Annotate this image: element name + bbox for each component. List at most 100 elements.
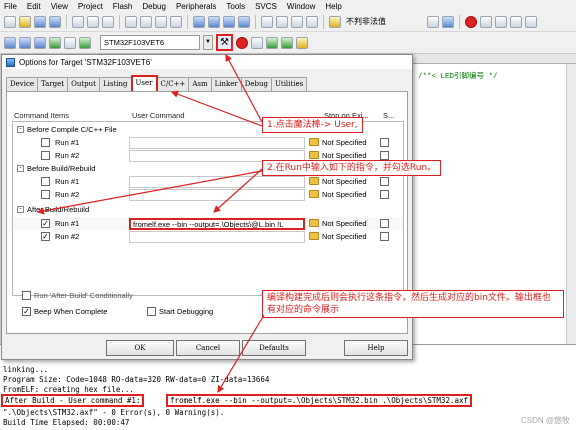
run-row-after-build-2[interactable]: ✓ Run #2 Not Specified <box>13 230 403 243</box>
configure-icon[interactable] <box>525 16 537 28</box>
menu-view[interactable]: View <box>51 2 68 11</box>
s-checkbox[interactable] <box>380 219 389 228</box>
group-row-after-build[interactable]: - After Build/Rebuild <box>13 203 403 216</box>
redo-icon[interactable] <box>140 16 152 28</box>
folder-icon[interactable] <box>309 177 319 185</box>
search-combo[interactable]: 不判非法值 <box>344 15 424 29</box>
batch-build-icon[interactable] <box>49 36 61 49</box>
s-checkbox[interactable] <box>380 232 389 241</box>
tab-listing[interactable]: Listing <box>98 77 132 91</box>
rebuild-icon[interactable] <box>34 36 46 49</box>
pack-installer-icon[interactable] <box>281 36 293 49</box>
menu-project[interactable]: Project <box>78 2 103 11</box>
menu-svcs[interactable]: SVCS <box>255 2 277 11</box>
run-checkbox[interactable]: ✓ <box>41 232 50 241</box>
run-checkbox[interactable] <box>41 151 50 160</box>
options-for-target-wand-icon[interactable]: ⚒ <box>216 34 233 51</box>
bookmark-icon[interactable] <box>193 16 205 28</box>
stop-on-exit-value[interactable]: Not Specified <box>322 176 379 187</box>
back-icon[interactable] <box>155 16 167 28</box>
editor-scrollbar[interactable] <box>566 64 576 344</box>
user-command-field[interactable]: fromelf.exe --bin --output=.\Objects\@L.… <box>129 217 305 230</box>
run-checkbox[interactable]: ✓ <box>41 219 50 228</box>
run-row-after-build-1[interactable]: ✓ Run #1 fromelf.exe --bin --output=.\Ob… <box>13 217 403 230</box>
menu-flash[interactable]: Flash <box>113 2 133 11</box>
run-checkbox[interactable] <box>41 138 50 147</box>
user-command-field[interactable] <box>129 136 305 149</box>
translate-icon[interactable] <box>4 36 16 49</box>
prev-bookmark-icon[interactable] <box>208 16 220 28</box>
tab-output[interactable]: Output <box>67 77 100 91</box>
defaults-button[interactable]: Defaults <box>242 340 306 356</box>
save-icon[interactable] <box>34 16 46 28</box>
folder-icon[interactable] <box>309 219 319 227</box>
collapse-icon[interactable]: - <box>17 126 24 133</box>
run-row[interactable]: Run #1 Not Specified <box>13 175 403 188</box>
undo-icon[interactable] <box>125 16 137 28</box>
comment-icon[interactable] <box>291 16 303 28</box>
incremental-find-icon[interactable] <box>442 16 454 28</box>
menu-file[interactable]: File <box>4 2 17 11</box>
save-all-icon[interactable] <box>49 16 61 28</box>
file-extensions-icon[interactable] <box>236 36 248 49</box>
tab-debug[interactable]: Debug <box>240 77 272 91</box>
menu-peripherals[interactable]: Peripherals <box>176 2 216 11</box>
beep-when-complete[interactable]: ✓ Beep When Complete <box>22 307 107 316</box>
next-bookmark-icon[interactable] <box>223 16 235 28</box>
build-icon[interactable] <box>19 36 31 49</box>
stop-on-exit-value[interactable]: Not Specified <box>322 231 379 242</box>
user-command-field[interactable] <box>129 188 305 201</box>
run-row[interactable]: Run #1 Not Specified <box>13 136 403 149</box>
start-debugging[interactable]: Start Debugging <box>147 307 213 316</box>
tab-device[interactable]: Device <box>6 77 39 91</box>
cut-icon[interactable] <box>72 16 84 28</box>
stop-build-icon[interactable] <box>64 36 76 49</box>
window-icon[interactable] <box>510 16 522 28</box>
cancel-button[interactable]: Cancel <box>176 340 240 356</box>
run-checkbox[interactable] <box>41 190 50 199</box>
folder-icon[interactable] <box>309 190 319 198</box>
tab-utilities[interactable]: Utilities <box>270 77 308 91</box>
menu-debug[interactable]: Debug <box>142 2 166 11</box>
manage-components-icon[interactable] <box>251 36 263 49</box>
target-select[interactable]: STM32F103VET6 <box>100 35 200 50</box>
user-command-field[interactable] <box>129 175 305 188</box>
checkbox[interactable]: ✓ <box>22 307 31 316</box>
menu-tools[interactable]: Tools <box>226 2 245 11</box>
folder-icon[interactable] <box>309 232 319 240</box>
folder-icon[interactable] <box>309 138 319 146</box>
find-icon[interactable] <box>427 16 439 28</box>
stop-on-exit-value[interactable]: Not Specified <box>322 218 379 229</box>
s-checkbox[interactable] <box>380 151 389 160</box>
download-icon[interactable] <box>79 36 91 49</box>
open-file-icon[interactable] <box>19 16 31 28</box>
menu-window[interactable]: Window <box>287 2 315 11</box>
s-checkbox[interactable] <box>380 190 389 199</box>
checkbox[interactable] <box>147 307 156 316</box>
new-file-icon[interactable] <box>4 16 16 28</box>
ok-button[interactable]: OK <box>106 340 174 356</box>
insert-breakpoint-icon[interactable] <box>480 16 492 28</box>
chevron-down-icon[interactable]: ▼ <box>203 35 213 50</box>
collapse-icon[interactable]: - <box>17 206 24 213</box>
forward-icon[interactable] <box>170 16 182 28</box>
run-after-build-conditionally[interactable]: Run 'After-Build' Conditionally <box>22 291 133 300</box>
user-command-field[interactable] <box>129 230 305 243</box>
tab-target[interactable]: Target <box>37 77 69 91</box>
run-checkbox[interactable] <box>41 177 50 186</box>
stop-on-exit-value[interactable]: Not Specified <box>322 137 379 148</box>
menu-edit[interactable]: Edit <box>27 2 41 11</box>
unindent-icon[interactable] <box>276 16 288 28</box>
s-checkbox[interactable] <box>380 138 389 147</box>
event-recorder-icon[interactable] <box>296 36 308 49</box>
run-row[interactable]: Run #2 Not Specified <box>13 188 403 201</box>
paste-icon[interactable] <box>102 16 114 28</box>
help-button[interactable]: Help <box>344 340 408 356</box>
menu-help[interactable]: Help <box>325 2 341 11</box>
copy-icon[interactable] <box>87 16 99 28</box>
stop-on-exit-value[interactable]: Not Specified <box>322 189 379 200</box>
folder-icon[interactable] <box>309 151 319 159</box>
tab-c-cpp[interactable]: C/C++ <box>156 77 190 91</box>
debug-start-icon[interactable] <box>465 16 477 28</box>
tab-asm[interactable]: Asm <box>188 77 212 91</box>
